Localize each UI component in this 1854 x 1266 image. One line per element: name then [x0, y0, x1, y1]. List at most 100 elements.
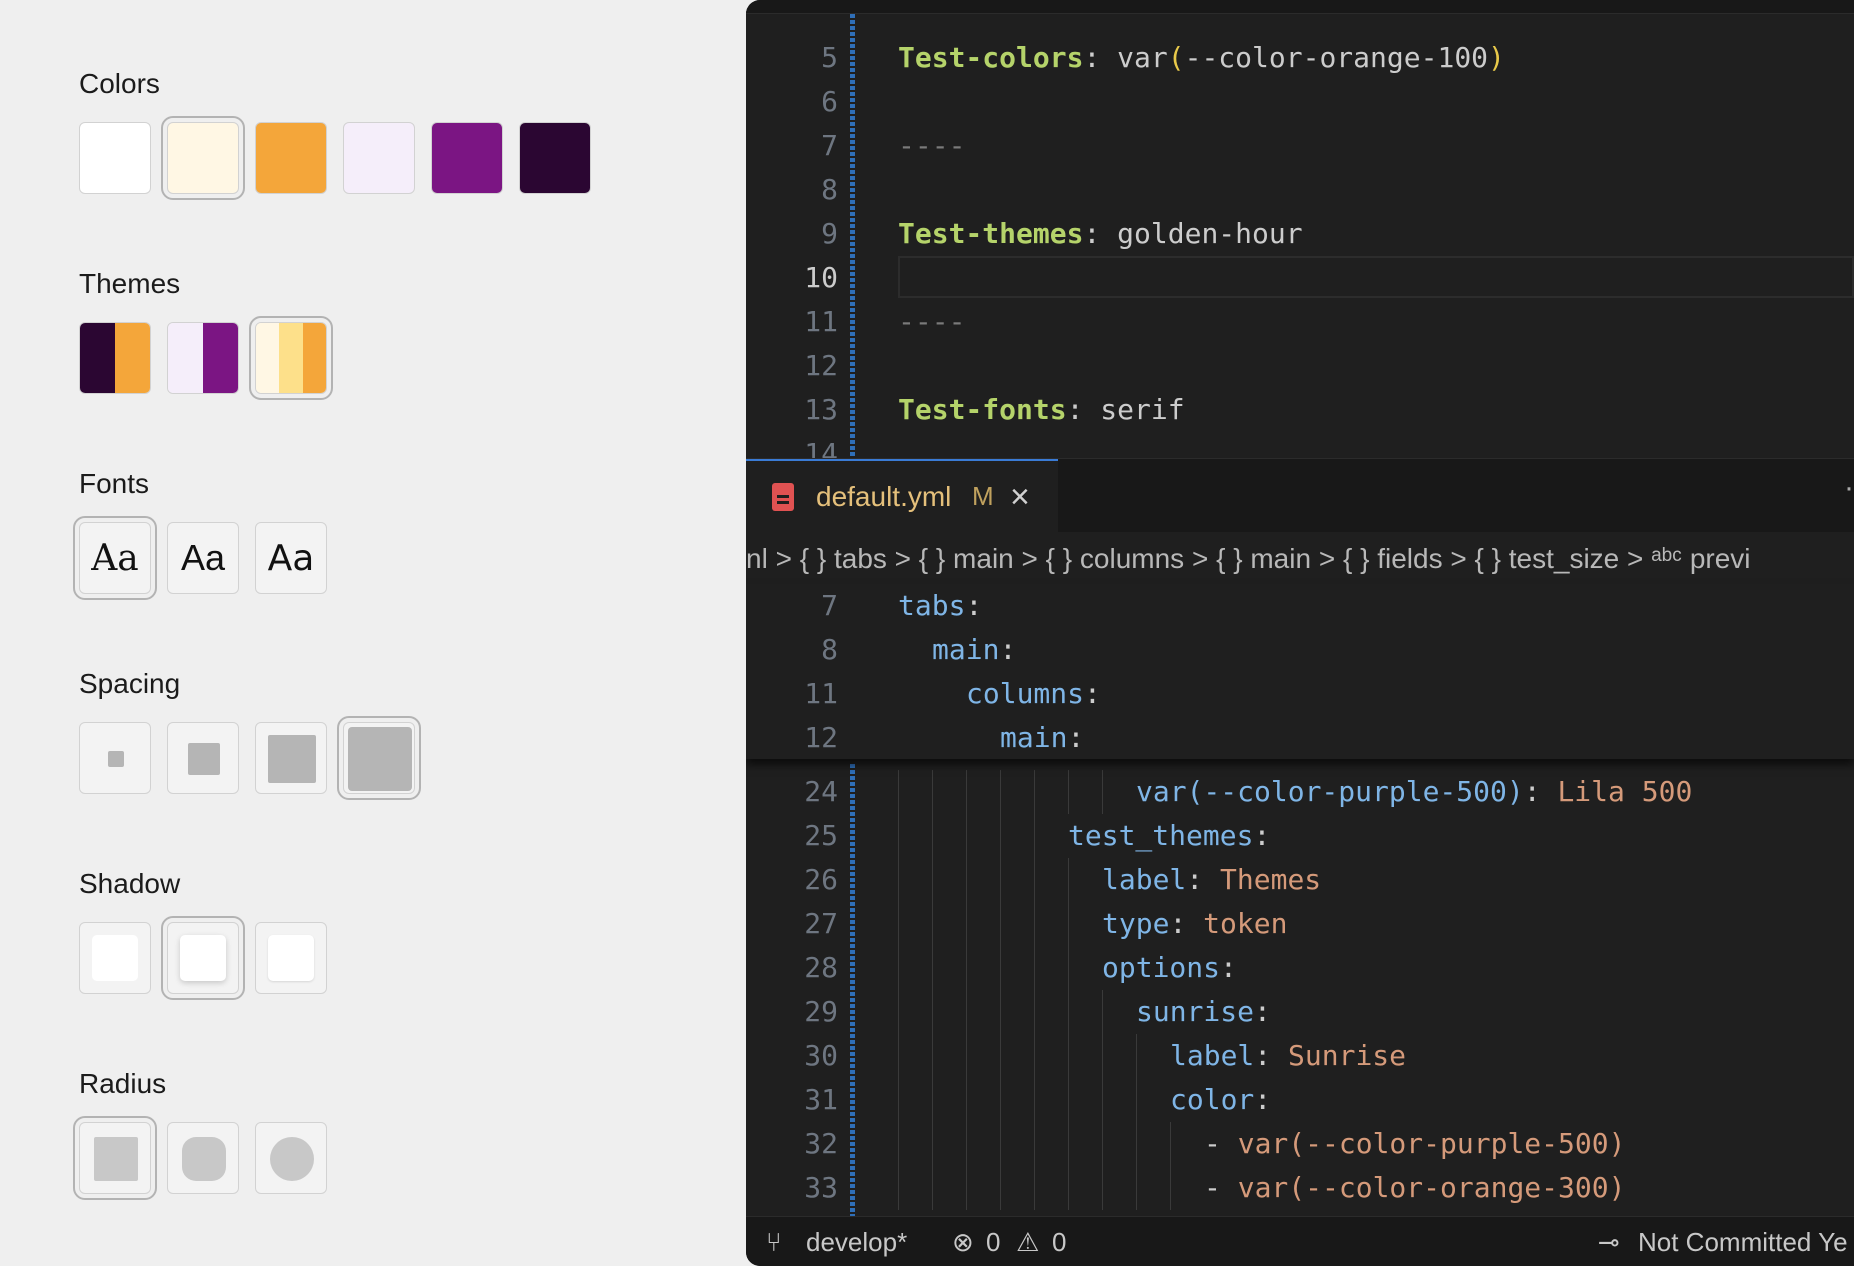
spacing-option-md[interactable]: [255, 722, 327, 794]
spacing-title: Spacing: [79, 668, 181, 699]
code-content: options:: [1102, 946, 1237, 990]
indent-guides: [898, 946, 1102, 990]
error-icon[interactable]: ⊗: [952, 1217, 974, 1266]
yaml-key: label: [1102, 863, 1187, 896]
tab-default-yml[interactable]: default.yml M ×: [746, 459, 1058, 533]
shadow-option-soft[interactable]: [161, 916, 245, 1000]
more-actions-icon[interactable]: ·: [1844, 471, 1854, 505]
spacing-option-xs[interactable]: [79, 722, 151, 794]
spacing-option-lg[interactable]: [337, 716, 421, 800]
code-line[interactable]: 27 type: token: [746, 902, 1854, 946]
theme-swatch[interactable]: [249, 316, 333, 400]
line-number: 11: [804, 305, 838, 338]
commit-status[interactable]: Not Committed Ye: [1638, 1217, 1848, 1266]
yaml-key: test_themes: [1068, 819, 1254, 852]
error-count[interactable]: 0: [986, 1217, 1000, 1266]
yaml-key: sunrise: [1136, 995, 1255, 1028]
source-control-icon[interactable]: ⑂: [766, 1217, 782, 1266]
code-line[interactable]: 33 - var(--color-orange-300): [746, 1166, 1854, 1210]
font-option-sans[interactable]: Aa: [167, 522, 239, 594]
font-option-serif[interactable]: Aa: [73, 516, 157, 600]
shadow-option-none[interactable]: [79, 922, 151, 994]
theme-color-band: [279, 323, 303, 393]
code-line[interactable]: 13 Test-fonts: serif: [746, 388, 1854, 432]
sticky-line[interactable]: 12 main:: [746, 716, 1854, 760]
indent-guides: [898, 814, 1068, 858]
sticky-scroll-header[interactable]: 7 tabs: 8 main: 11 columns: 12 main:: [746, 584, 1854, 759]
color-swatch[interactable]: [431, 122, 503, 194]
yaml-file-icon: [772, 483, 794, 511]
code-line[interactable]: 7 ----: [746, 124, 1854, 168]
sticky-line[interactable]: 7 tabs:: [746, 584, 1854, 628]
yaml-key: columns: [966, 677, 1085, 710]
code-content: label: Themes: [1102, 858, 1321, 902]
code-line[interactable]: 25 test_themes:: [746, 814, 1854, 858]
code-line[interactable]: 8: [746, 168, 1854, 212]
line-number: 12: [804, 721, 838, 754]
code-line[interactable]: 10: [746, 256, 1854, 300]
yaml-value: var: [1100, 41, 1168, 74]
sticky-line[interactable]: 8 main:: [746, 628, 1854, 672]
code-line[interactable]: 32 - var(--color-purple-500): [746, 1122, 1854, 1166]
commit-icon[interactable]: ⊸: [1598, 1217, 1620, 1266]
code-content: var(--color-purple-500): Lila 500: [1136, 770, 1692, 814]
code-line[interactable]: 31 color:: [746, 1078, 1854, 1122]
code-content: test_themes:: [1068, 814, 1270, 858]
yaml-colon: :: [1523, 775, 1541, 808]
shadow-option-hard[interactable]: [255, 922, 327, 994]
theme-color-band: [203, 323, 238, 393]
color-swatch[interactable]: [79, 122, 151, 194]
breadcrumb[interactable]: nl > { } tabs > { } main > { } columns >…: [746, 534, 1854, 584]
theme-color-band: [115, 323, 150, 393]
paren: ): [1488, 41, 1505, 74]
code-content: color:: [1170, 1078, 1271, 1122]
status-bar: ⑂ develop* ⊗ 0 ⚠ 0 ⊸ Not Committed Ye: [746, 1216, 1854, 1266]
radius-option-none[interactable]: [73, 1116, 157, 1200]
code-line[interactable]: 5 Test-colors: var(--color-orange-100): [746, 36, 1854, 80]
code-content: main:: [932, 628, 1016, 672]
theme-swatch[interactable]: [79, 322, 151, 394]
close-icon[interactable]: ×: [1010, 477, 1030, 517]
line-number: 33: [804, 1171, 838, 1204]
code-line[interactable]: 12: [746, 344, 1854, 388]
code-line[interactable]: 26 label: Themes: [746, 858, 1854, 902]
theme-swatch[interactable]: [167, 322, 239, 394]
themes-title: Themes: [79, 268, 181, 299]
warning-count[interactable]: 0: [1052, 1217, 1066, 1266]
line-number: 24: [804, 775, 838, 808]
font-option-system[interactable]: Aa: [255, 522, 327, 594]
spacing-option-sm[interactable]: [167, 722, 239, 794]
indent-guides: [898, 858, 1102, 902]
code-content: columns:: [966, 672, 1101, 716]
indent-guides: [898, 770, 1136, 814]
code-line[interactable]: 9 Test-themes: golden-hour: [746, 212, 1854, 256]
code-line[interactable]: 28 options:: [746, 946, 1854, 990]
color-swatch[interactable]: [519, 122, 591, 194]
yaml-value: Sunrise: [1271, 1039, 1407, 1072]
color-swatch[interactable]: [161, 116, 245, 200]
font-sample: Aa: [180, 537, 226, 578]
code-line[interactable]: 11 ----: [746, 300, 1854, 344]
theme-color-band: [80, 323, 115, 393]
yaml-colon: :: [1220, 951, 1237, 984]
list-dash: -: [1204, 1171, 1238, 1204]
line-number: 25: [804, 819, 838, 852]
sticky-line[interactable]: 11 columns:: [746, 672, 1854, 716]
color-swatch[interactable]: [343, 122, 415, 194]
line-number: 12: [804, 349, 838, 382]
code-line[interactable]: 24 var(--color-purple-500): Lila 500: [746, 770, 1854, 814]
color-swatch[interactable]: [255, 122, 327, 194]
branch-name[interactable]: develop*: [806, 1217, 907, 1266]
code-line[interactable]: 6: [746, 80, 1854, 124]
yaml-value: var(--color-orange-300): [1237, 1171, 1626, 1204]
yaml-colon: :: [1066, 393, 1084, 426]
warning-icon[interactable]: ⚠: [1016, 1217, 1039, 1266]
separator-line: ----: [898, 305, 966, 338]
radius-option-md[interactable]: [167, 1122, 239, 1194]
code-line[interactable]: 30 label: Sunrise: [746, 1034, 1854, 1078]
radius-option-full[interactable]: [255, 1122, 327, 1194]
yaml-colon: :: [965, 589, 983, 622]
tab-bar: default.yml M × ·: [746, 458, 1854, 533]
code-line[interactable]: 29 sunrise:: [746, 990, 1854, 1034]
modified-badge: M: [972, 481, 994, 511]
